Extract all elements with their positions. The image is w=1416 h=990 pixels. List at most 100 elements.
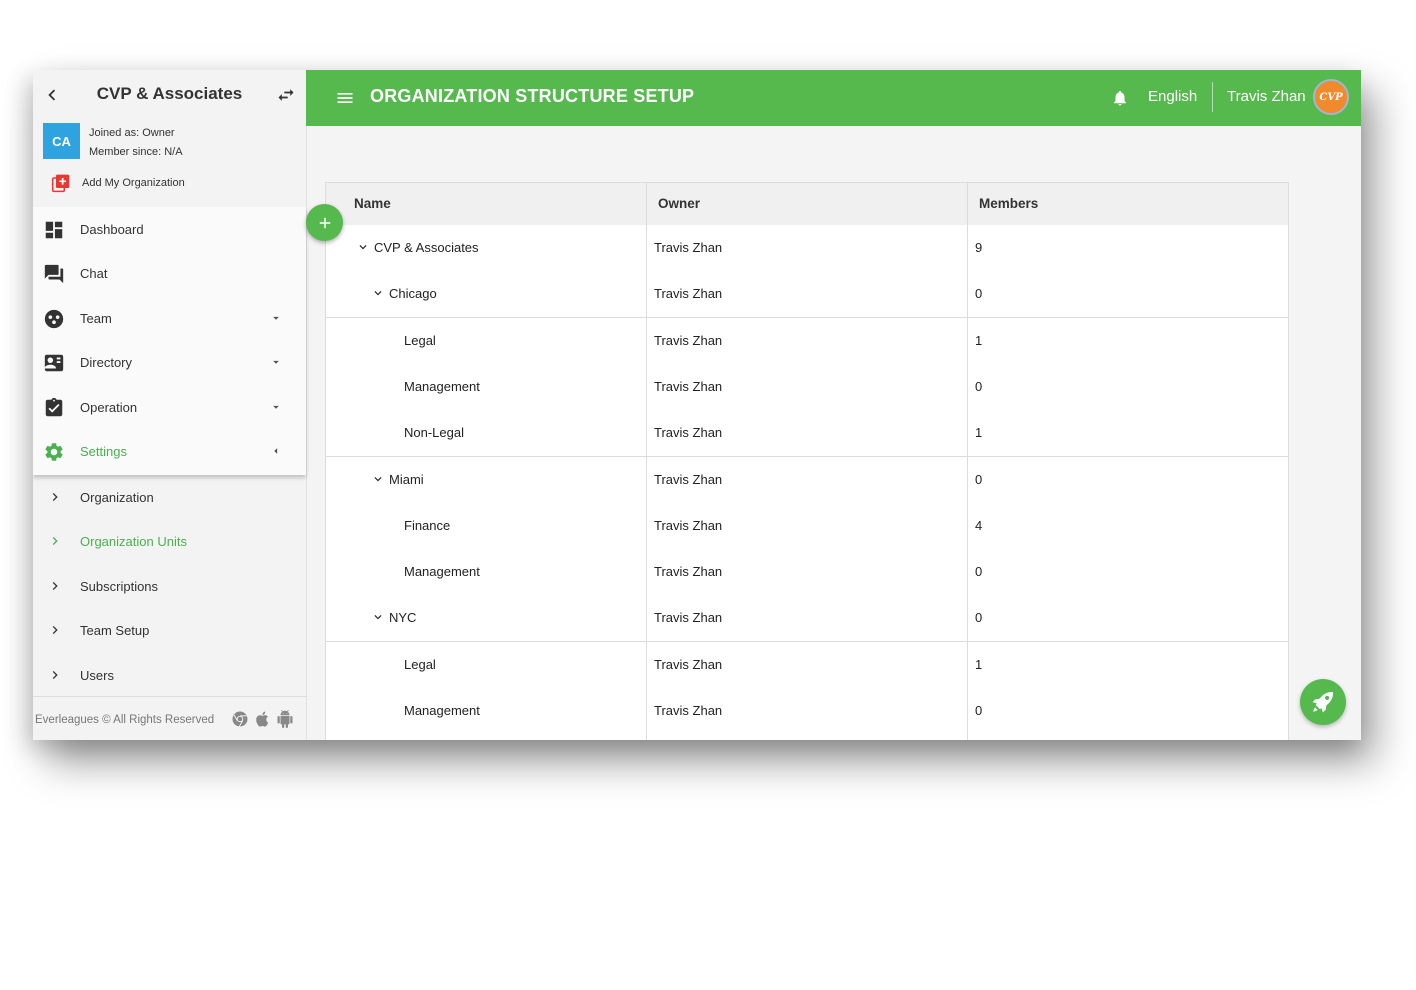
table-row[interactable]: Legal Travis Zhan 1 [326, 317, 1288, 365]
menu-item-operation[interactable]: Operation [33, 385, 306, 429]
table-row[interactable]: Chicago Travis Zhan 0 [326, 271, 1288, 319]
menu-item-settings[interactable]: Settings [33, 429, 306, 473]
rocket-icon [1312, 692, 1333, 713]
table-row[interactable]: Management Travis Zhan 0 [326, 688, 1288, 735]
operation-icon [45, 397, 63, 417]
unit-owner: Travis Zhan [654, 517, 723, 533]
caret-left-icon [274, 448, 278, 454]
settings-icon [45, 443, 63, 461]
expand-toggle-icon[interactable] [356, 240, 370, 254]
caret-down-icon [273, 316, 279, 320]
table-row[interactable]: Management Travis Zhan 0 [326, 363, 1288, 411]
sidebar-header: CVP & Associates [33, 70, 306, 120]
chevron-right-icon [52, 582, 58, 590]
unit-name: Legal [404, 332, 436, 348]
table-row[interactable]: Legal Travis Zhan 1 [326, 641, 1288, 689]
unit-name: Miami [389, 471, 424, 487]
submenu-item-subscriptions[interactable]: Subscriptions [33, 564, 306, 608]
user-name[interactable]: Travis Zhan [1227, 88, 1306, 105]
submenu-label-subscriptions: Subscriptions [80, 579, 159, 594]
unit-name: Non-Legal [404, 425, 464, 441]
page-title: ORGANIZATION STRUCTURE SETUP [370, 86, 695, 106]
copyright-text: Everleagues © All Rights Reserved [35, 714, 215, 726]
back-arrow-icon[interactable] [41, 84, 63, 106]
add-organization-label: Add My Organization [82, 177, 185, 189]
unit-owner: Travis Zhan [654, 703, 723, 718]
table-row[interactable]: Miami Travis Zhan 0 [326, 456, 1288, 504]
column-header-owner[interactable]: Owner [658, 196, 700, 211]
column-header-members[interactable]: Members [979, 196, 1038, 211]
unit-members: 1 [975, 332, 983, 348]
submenu-item-users[interactable]: Users [33, 653, 306, 697]
unit-owner: Travis Zhan [654, 425, 723, 441]
notification-bell-icon[interactable] [1111, 89, 1129, 107]
unit-name: Management [404, 564, 480, 580]
submenu-label-users: Users [80, 668, 114, 683]
unit-members: 0 [975, 610, 983, 626]
quick-launch-button[interactable] [1300, 679, 1346, 725]
unit-members: 0 [975, 378, 983, 394]
directory-icon [44, 354, 64, 372]
header-divider [1212, 82, 1213, 112]
unit-name: Legal [404, 656, 436, 672]
language-selector[interactable]: English [1148, 88, 1197, 105]
unit-name: Management [404, 378, 480, 394]
column-divider [646, 183, 647, 740]
unit-owner: Travis Zhan [654, 378, 723, 394]
expand-toggle-icon[interactable] [371, 610, 385, 624]
apple-icon[interactable] [254, 710, 272, 728]
org-name: CVP & Associates [96, 84, 243, 103]
menu-item-team[interactable]: Team [33, 296, 306, 340]
menu-item-chat[interactable]: Chat [33, 251, 306, 295]
unit-owner: Travis Zhan [654, 610, 723, 626]
column-header-name[interactable]: Name [354, 196, 391, 211]
user-avatar[interactable]: CVP [1313, 79, 1349, 115]
submenu-item-organization-units[interactable]: Organization Units [33, 519, 306, 563]
table-row[interactable]: Finance Travis Zhan 4 [326, 502, 1288, 550]
chevron-right-icon [52, 537, 58, 545]
menu-label-settings: Settings [80, 444, 127, 459]
hamburger-menu-icon[interactable] [334, 88, 356, 108]
chevron-right-icon [52, 493, 58, 501]
table-row[interactable]: Non-Legal Travis Zhan 1 [326, 410, 1288, 458]
team-icon [44, 309, 64, 329]
unit-owner: Travis Zhan [654, 656, 723, 672]
top-bar: ORGANIZATION STRUCTURE SETUP English Tra… [306, 70, 1361, 126]
submenu-item-team-setup[interactable]: Team Setup [33, 608, 306, 652]
add-organization-button[interactable]: Add My Organization [51, 172, 185, 194]
switch-org-icon[interactable] [275, 85, 297, 105]
unit-owner: Travis Zhan [654, 564, 723, 580]
sidebar-footer: Everleagues © All Rights Reserved [33, 696, 306, 740]
unit-name: NYC [389, 610, 417, 626]
unit-name: Finance [404, 517, 451, 533]
add-organization-icon [51, 174, 70, 193]
org-structure-table: Name Owner Members CVP & Associates Travi… [325, 182, 1289, 740]
table-row[interactable]: NYC Travis Zhan 0 [326, 595, 1288, 643]
expand-toggle-icon[interactable] [371, 286, 385, 300]
chrome-icon[interactable] [231, 710, 249, 728]
menu-label-dashboard: Dashboard [80, 222, 144, 237]
table-row[interactable]: CVP & Associates Travis Zhan 9 [326, 225, 1288, 272]
menu-item-dashboard[interactable]: Dashboard [33, 207, 306, 251]
plus-icon [319, 217, 330, 228]
add-unit-button[interactable] [306, 204, 343, 241]
unit-members: 0 [975, 286, 983, 302]
menu-label-chat: Chat [80, 266, 108, 281]
submenu-label-organization-units: Organization Units [80, 534, 187, 549]
android-icon[interactable] [276, 710, 294, 728]
unit-owner: Travis Zhan [654, 240, 723, 255]
unit-members: 0 [975, 471, 983, 487]
unit-members: 0 [975, 703, 983, 718]
member-since-text: Member since: N/A [89, 146, 183, 158]
main-menu: Dashboard Chat Team Directory Operation [33, 207, 306, 475]
table-row[interactable] [326, 734, 1288, 740]
column-divider [967, 183, 968, 740]
chat-icon [44, 264, 64, 284]
chevron-right-icon [52, 671, 58, 679]
menu-item-directory[interactable]: Directory [33, 340, 306, 384]
table-row[interactable]: Management Travis Zhan 0 [326, 549, 1288, 597]
submenu-item-organization[interactable]: Organization [33, 475, 306, 519]
table-header: Name Owner Members [326, 183, 1288, 226]
expand-toggle-icon[interactable] [371, 472, 385, 486]
member-info: Joined as: Owner Member since: N/A [89, 124, 183, 162]
